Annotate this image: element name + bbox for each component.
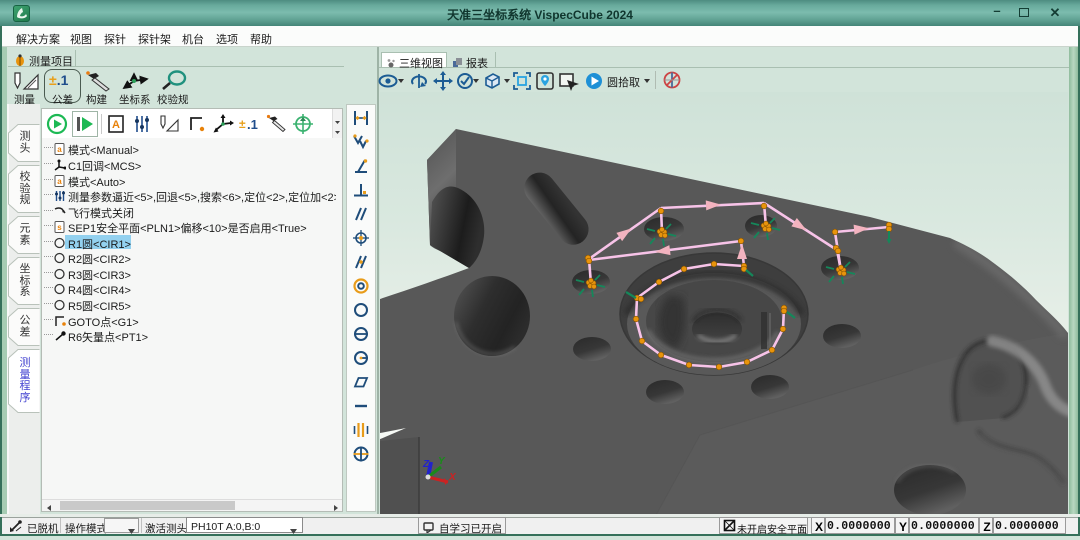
svg-text:a: a: [57, 177, 62, 186]
svg-text:X: X: [448, 472, 457, 483]
svg-text:±: ±: [239, 117, 246, 131]
svg-text:Y: Y: [438, 456, 446, 467]
svg-text:.1: .1: [247, 117, 258, 132]
svg-text:Z: Z: [422, 459, 430, 470]
svg-text:A: A: [112, 119, 120, 131]
svg-text:s: s: [57, 223, 62, 232]
svg-text:a: a: [57, 145, 62, 154]
